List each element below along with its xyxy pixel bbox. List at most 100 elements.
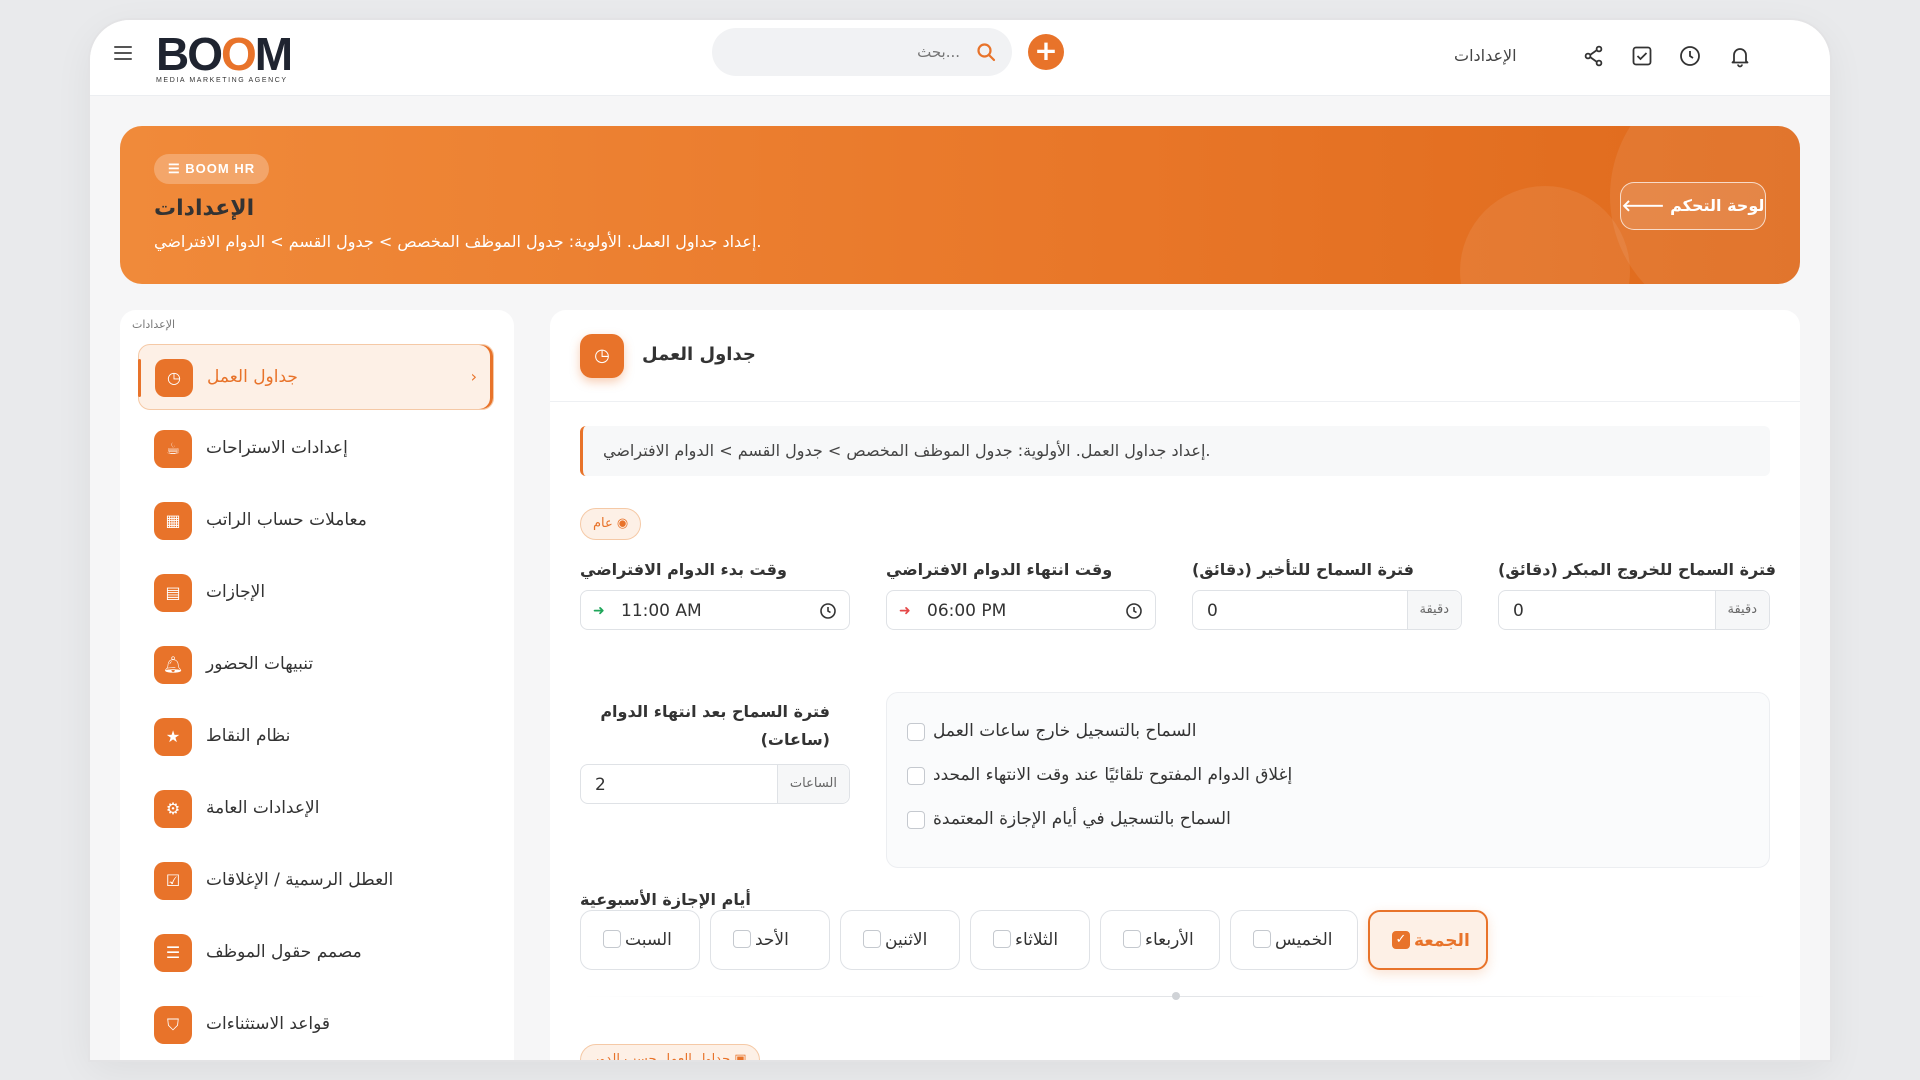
logo[interactable]: BOOM MEDIA MARKETING AGENCY bbox=[156, 31, 296, 86]
minute-unit: دقيقة bbox=[1406, 591, 1461, 629]
list-icon: ☰ bbox=[154, 934, 192, 972]
sidebar-item-holidays[interactable]: ☑ العطل الرسمية / الإغلاقات bbox=[138, 848, 494, 914]
clock-icon: ◷ bbox=[580, 334, 624, 378]
after-end-grace-label: فترة السماح بعد انتهاء الدوام (ساعات) bbox=[600, 702, 830, 749]
sidebar-item-label: معاملات حساب الراتب bbox=[206, 510, 367, 530]
hours-unit: الساعات bbox=[776, 765, 849, 803]
checkbox[interactable] bbox=[733, 930, 751, 948]
day-wednesday[interactable]: الأربعاء bbox=[1100, 910, 1220, 970]
search-bar[interactable] bbox=[712, 28, 1012, 76]
module-tag-label: BOOM HR bbox=[185, 161, 256, 176]
sign-in-icon: ➜ bbox=[593, 603, 605, 619]
sidebar-item-label: جداول العمل bbox=[207, 367, 298, 387]
day-monday[interactable]: الاثنين bbox=[840, 910, 960, 970]
settings-link[interactable]: الإعدادات bbox=[1454, 46, 1517, 65]
checkbox[interactable] bbox=[907, 767, 925, 785]
day-friday[interactable]: ✓ الجمعة bbox=[1368, 910, 1488, 970]
app-window: BOOM MEDIA MARKETING AGENCY + الإعدادات … bbox=[90, 20, 1830, 1060]
history-clock-icon[interactable] bbox=[1678, 44, 1702, 68]
page-title: الإعدادات bbox=[154, 196, 255, 221]
day-thursday[interactable]: الخميس bbox=[1230, 910, 1358, 970]
work-schedules-panel: ◷ جداول العمل .إعداد جداول العمل. الأولو… bbox=[550, 310, 1800, 1060]
calendar-check-icon: ☑ bbox=[154, 862, 192, 900]
sidebar-item-general-settings[interactable]: ⚙ الإعدادات العامة bbox=[138, 776, 494, 842]
sidebar-item-label: الإعدادات العامة bbox=[206, 798, 320, 818]
day-label: الجمعة bbox=[1414, 931, 1470, 951]
decorative-circle bbox=[1460, 186, 1630, 284]
clock-icon[interactable] bbox=[819, 602, 837, 620]
sidebar-item-label: العطل الرسمية / الإغلاقات bbox=[206, 870, 394, 890]
sidebar-item-label: مصمم حقول الموظف bbox=[206, 942, 362, 962]
info-note: .إعداد جداول العمل. الأولوية: جدول الموظ… bbox=[580, 426, 1770, 476]
calendar-icon: ▤ bbox=[154, 574, 192, 612]
start-time-field[interactable]: ➜ 11:00 AM bbox=[580, 590, 850, 630]
gear-icon: ⚙ bbox=[154, 790, 192, 828]
checkbox[interactable] bbox=[907, 723, 925, 741]
sidebar-title: الإعدادات bbox=[132, 318, 176, 331]
dashboard-button-label: لوحة التحكم bbox=[1670, 196, 1765, 215]
menu-icon[interactable] bbox=[114, 46, 132, 60]
sidebar-item-leaves[interactable]: ▤ الإجازات bbox=[138, 560, 494, 626]
checkbox-checked[interactable]: ✓ bbox=[1392, 931, 1410, 949]
early-leave-grace-value: 0 bbox=[1513, 601, 1524, 621]
checkbox[interactable] bbox=[993, 930, 1011, 948]
document-icon: ▣ bbox=[730, 1052, 747, 1060]
checkbox[interactable] bbox=[603, 930, 621, 948]
bell-icon[interactable] bbox=[1728, 44, 1752, 68]
sidebar-item-label: الإجازات bbox=[206, 582, 266, 602]
dashboard-button[interactable]: لوحة التحكم 🡐 bbox=[1620, 182, 1766, 230]
page-description: .إعداد جداول العمل. الأولوية: جدول الموظ… bbox=[154, 232, 762, 251]
after-end-grace-value: 2 bbox=[595, 775, 606, 795]
task-check-icon[interactable] bbox=[1630, 44, 1654, 68]
day-saturday[interactable]: السبت bbox=[580, 910, 700, 970]
add-button[interactable]: + bbox=[1028, 34, 1064, 70]
chevron-icon: › bbox=[470, 367, 477, 386]
share-icon[interactable] bbox=[1582, 44, 1606, 68]
coffee-icon: ☕ bbox=[154, 430, 192, 468]
sidebar-item-label: إعدادات الاستراحات bbox=[206, 438, 348, 458]
day-label: الثلاثاء bbox=[1015, 930, 1059, 950]
attendance-options: السماح بالتسجيل خارج ساعات العمل إغلاق ا… bbox=[886, 692, 1770, 868]
sidebar-item-breaks[interactable]: ☕ إعدادات الاستراحات bbox=[138, 416, 494, 482]
sidebar-item-attendance-alerts[interactable]: 🔔︎ تنبيهات الحضور bbox=[138, 632, 494, 698]
role-pill-label: جداول العمل حسب الدور bbox=[593, 1052, 731, 1060]
end-time-field[interactable]: ➜ 06:00 PM bbox=[886, 590, 1156, 630]
checkbox[interactable] bbox=[863, 930, 881, 948]
checkbox[interactable] bbox=[907, 811, 925, 829]
late-grace-field[interactable]: 0 دقيقة bbox=[1192, 590, 1462, 630]
start-time-label: وقت بدء الدوام الافتراضي bbox=[580, 560, 787, 579]
search-icon[interactable] bbox=[976, 42, 996, 62]
page-header-banner: ☰ BOOM HR الإعدادات .إعداد جداول العمل. … bbox=[120, 126, 1800, 284]
day-label: الأحد bbox=[755, 930, 789, 950]
sidebar-item-points[interactable]: ★ نظام النقاط bbox=[138, 704, 494, 770]
sidebar-item-label: قواعد الاستثناءات bbox=[206, 1014, 331, 1034]
checkbox[interactable] bbox=[1123, 930, 1141, 948]
sidebar-item-exception-rules[interactable]: ⛉ قواعد الاستثناءات bbox=[138, 992, 494, 1058]
clock-icon[interactable] bbox=[1125, 602, 1143, 620]
search-input[interactable] bbox=[760, 40, 960, 64]
sidebar-item-payroll[interactable]: ▦ معاملات حساب الراتب bbox=[138, 488, 494, 554]
after-end-grace-field[interactable]: 2 الساعات bbox=[580, 764, 850, 804]
option-label: إغلاق الدوام المفتوح تلقائيًا عند وقت ال… bbox=[933, 765, 1293, 785]
star-icon: ★ bbox=[154, 718, 192, 756]
clock-icon: ◷ bbox=[155, 359, 193, 397]
panel-header: ◷ جداول العمل bbox=[550, 310, 1800, 402]
sidebar-item-employee-fields[interactable]: ☰ مصمم حقول الموظف bbox=[138, 920, 494, 986]
day-tuesday[interactable]: الثلاثاء bbox=[970, 910, 1090, 970]
panel-title: جداول العمل bbox=[642, 344, 756, 365]
checkbox[interactable] bbox=[1253, 930, 1271, 948]
end-time-value: 06:00 PM bbox=[927, 601, 1007, 621]
globe-icon: ◉ bbox=[612, 516, 629, 531]
weekend-days-label: أيام الإجازة الأسبوعية bbox=[580, 890, 751, 909]
divider-dot bbox=[1172, 992, 1180, 1000]
late-grace-value: 0 bbox=[1207, 601, 1218, 621]
sign-out-icon: ➜ bbox=[899, 603, 911, 619]
day-label: الأربعاء bbox=[1145, 930, 1194, 950]
early-leave-grace-field[interactable]: 0 دقيقة bbox=[1498, 590, 1770, 630]
day-sunday[interactable]: الأحد bbox=[710, 910, 830, 970]
role-schedules-pill: ▣ جداول العمل حسب الدور bbox=[580, 1044, 760, 1060]
sidebar-item-work-schedules[interactable]: ◷ جداول العمل › bbox=[138, 344, 494, 410]
option-label: السماح بالتسجيل خارج ساعات العمل bbox=[933, 721, 1197, 741]
arrow-left-icon: 🡐 bbox=[1621, 196, 1665, 215]
early-leave-grace-label: فترة السماح للخروج المبكر (دقائق) bbox=[1498, 560, 1776, 579]
